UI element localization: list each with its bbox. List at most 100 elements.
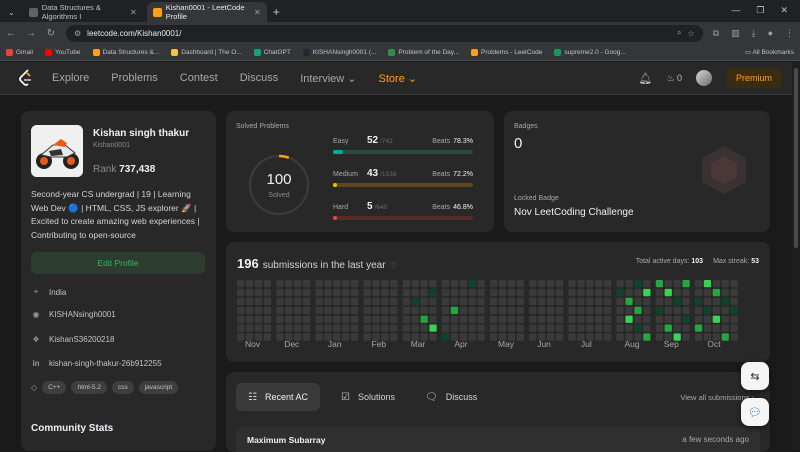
heatmap-day-cell[interactable] [555,324,564,332]
heatmap-day-cell[interactable] [411,306,419,314]
heatmap-day-cell[interactable] [721,288,729,297]
heatmap-day-cell[interactable] [263,333,271,341]
tab-solutions[interactable]: ☑ Solutions [329,383,407,411]
extensions-icon[interactable]: ⧉ [713,28,719,39]
heatmap-day-cell[interactable] [245,280,254,288]
heatmap-day-cell[interactable] [363,315,371,323]
menu-icon[interactable]: ⋮ [785,28,794,39]
heatmap-day-cell[interactable] [254,297,263,306]
heatmap-day-cell[interactable] [342,288,350,297]
heatmap-day-cell[interactable] [381,324,389,332]
heatmap-day-cell[interactable] [342,333,350,341]
heatmap-day-cell[interactable] [315,333,323,341]
heatmap-day-cell[interactable] [294,315,302,323]
heatmap-day-cell[interactable] [529,324,537,332]
heatmap-day-cell[interactable] [390,280,398,288]
close-tab-icon[interactable]: ✕ [130,8,137,17]
heatmap-day-cell[interactable] [634,288,642,297]
heatmap-day-cell[interactable] [682,280,690,288]
heatmap-day-cell[interactable] [721,306,729,314]
heatmap-day-cell[interactable] [730,333,738,341]
heatmap-day-cell[interactable] [730,297,738,306]
heatmap-day-cell[interactable] [363,297,371,306]
heatmap-day-cell[interactable] [595,315,603,323]
heatmap-day-cell[interactable] [429,288,437,297]
heatmap-day-cell[interactable] [324,297,332,306]
heatmap-day-cell[interactable] [254,280,263,288]
heatmap-day-cell[interactable] [459,324,467,332]
heatmap-day-cell[interactable] [595,333,603,341]
heatmap-day-cell[interactable] [703,315,712,323]
heatmap-day-cell[interactable] [516,333,524,341]
site-info-icon[interactable]: ⚙ [74,29,81,38]
heatmap-day-cell[interactable] [363,324,371,332]
heatmap-day-cell[interactable] [655,306,663,314]
heatmap-day-cell[interactable] [516,280,524,288]
heatmap-day-cell[interactable] [595,297,603,306]
heatmap-day-cell[interactable] [237,297,245,306]
heatmap-day-cell[interactable] [516,297,524,306]
heatmap-day-cell[interactable] [429,315,437,323]
heatmap-day-cell[interactable] [664,315,672,323]
heatmap-day-cell[interactable] [450,288,459,297]
heatmap-day-cell[interactable] [538,297,546,306]
bookmark-item[interactable]: KISHANsingh0001 (... [302,48,376,56]
heatmap-day-cell[interactable] [333,297,341,306]
heatmap-day-cell[interactable] [634,306,642,314]
streak-counter[interactable]: ♨ 0 [666,73,682,84]
close-window-icon[interactable]: ✕ [780,5,788,16]
heatmap-day-cell[interactable] [351,333,359,341]
heatmap-day-cell[interactable] [477,324,485,332]
heatmap-day-cell[interactable] [568,324,576,332]
heatmap-day-cell[interactable] [568,280,576,288]
heatmap-day-cell[interactable] [616,315,624,323]
recent-ac-row[interactable]: Maximum Subarray a few seconds ago [236,427,760,452]
heatmap-day-cell[interactable] [302,280,311,288]
heatmap-day-cell[interactable] [682,288,690,297]
leetcode-logo-icon[interactable] [18,69,34,87]
heatmap-day-cell[interactable] [694,324,703,332]
heatmap-day-cell[interactable] [450,297,459,306]
heatmap-day-cell[interactable] [411,288,419,297]
skill-tag[interactable]: javascript [138,381,179,394]
heatmap-day-cell[interactable] [276,333,284,341]
heatmap-day-cell[interactable] [237,280,245,288]
skill-tag[interactable]: css [111,381,134,394]
heatmap-day-cell[interactable] [604,280,612,288]
heatmap-day-cell[interactable] [586,297,594,306]
heatmap-day-cell[interactable] [507,324,516,332]
heatmap-day-cell[interactable] [490,324,498,332]
heatmap-day-cell[interactable] [625,280,633,288]
heatmap-day-cell[interactable] [555,297,564,306]
bookmark-item[interactable]: Data Structures &... [92,48,159,56]
heatmap-day-cell[interactable] [634,315,642,323]
heatmap-day-cell[interactable] [324,324,332,332]
bookmark-item[interactable]: Problem of the Day... [388,48,459,56]
heatmap-day-cell[interactable] [655,315,663,323]
heatmap-day-cell[interactable] [673,306,681,314]
heatmap-day-cell[interactable] [477,297,485,306]
heatmap-day-cell[interactable] [468,333,476,341]
heatmap-day-cell[interactable] [538,280,546,288]
heatmap-day-cell[interactable] [468,315,476,323]
heatmap-day-cell[interactable] [254,288,263,297]
heatmap-day-cell[interactable] [324,280,332,288]
heatmap-day-cell[interactable] [441,280,450,288]
heatmap-day-cell[interactable] [604,297,612,306]
heatmap-day-cell[interactable] [351,280,359,288]
tab-discuss[interactable]: 🗨︎ Discuss [413,383,489,411]
heatmap-day-cell[interactable] [490,315,498,323]
heatmap-day-cell[interactable] [625,288,633,297]
heatmap-day-cell[interactable] [372,324,380,332]
heatmap-day-cell[interactable] [420,324,428,332]
heatmap-day-cell[interactable] [694,333,703,341]
heatmap-day-cell[interactable] [245,306,254,314]
heatmap-day-cell[interactable] [237,315,245,323]
heatmap-day-cell[interactable] [363,288,371,297]
heatmap-day-cell[interactable] [390,333,398,341]
heatmap-day-cell[interactable] [459,306,467,314]
heatmap-day-cell[interactable] [694,315,703,323]
heatmap-day-cell[interactable] [634,324,642,332]
heatmap-day-cell[interactable] [390,324,398,332]
heatmap-day-cell[interactable] [237,333,245,341]
